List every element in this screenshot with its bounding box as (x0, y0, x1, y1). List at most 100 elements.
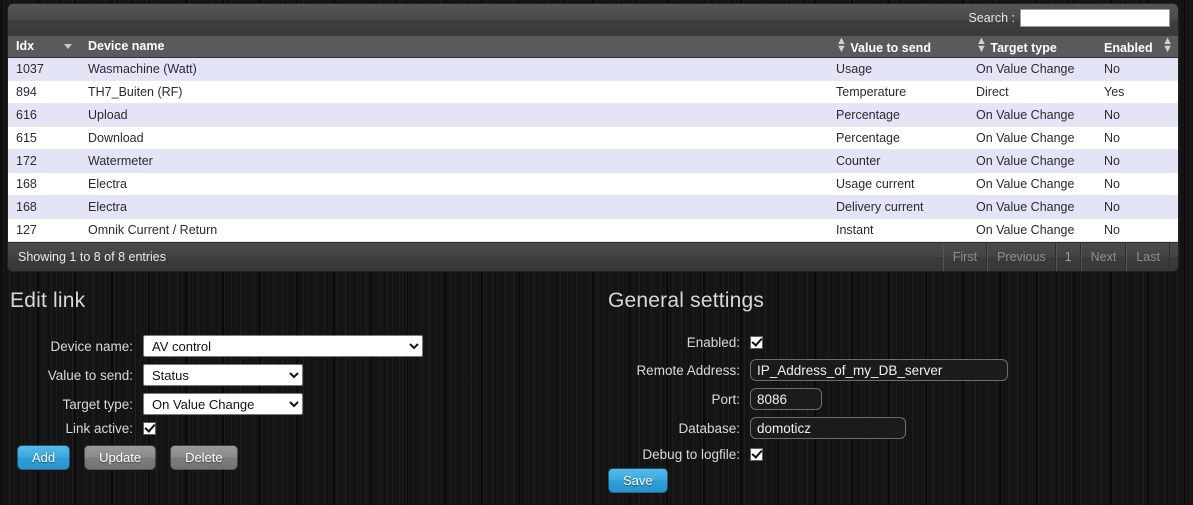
table-row[interactable]: 615 Download Percentage On Value Change No (8, 126, 1178, 150)
general-settings-title: General settings (608, 289, 765, 312)
sort-desc-icon (63, 44, 72, 50)
label-debug-to-logfile: Debug to logfile: (642, 447, 740, 462)
pagination-last[interactable]: Last (1126, 242, 1170, 271)
label-link-active: Link active: (65, 421, 133, 436)
device-name-select[interactable]: AV control (143, 335, 423, 357)
pagination-1[interactable]: 1 (1055, 242, 1081, 271)
table-row[interactable]: 894 TH7_Buiten (RF) Temperature Direct Yes (8, 80, 1178, 104)
cell-enabled: No (1096, 149, 1178, 173)
table-row[interactable]: 616 Upload Percentage On Value Change No (8, 103, 1178, 127)
field-row-database: Database: (600, 417, 1120, 439)
update-button[interactable]: Update (84, 445, 157, 470)
table-toolbar: Search : (8, 4, 1178, 36)
links-table-panel: Search : Idx Device name ▲ ▼ Value to sen… (8, 4, 1178, 271)
link-active-checkbox[interactable] (143, 422, 156, 435)
cell-target: On Value Change (968, 126, 1096, 150)
cell-target: Direct (968, 80, 1096, 104)
add-button[interactable]: Add (17, 445, 71, 470)
pagination-previous[interactable]: Previous (987, 242, 1056, 271)
cell-idx: 168 (8, 195, 80, 219)
field-row-link-active: Link active: (0, 421, 430, 436)
cell-idx: 168 (8, 172, 80, 196)
links-table: Idx Device name ▲ ▼ Value to send ▲ ▼ Targ… (8, 34, 1178, 242)
field-row-debug-to-logfile: Debug to logfile: (600, 447, 1120, 462)
sort-both-icon: ▲ ▼ (1162, 34, 1173, 55)
pagination-next[interactable]: Next (1080, 242, 1127, 271)
column-header-target-type[interactable]: ▲ ▼ Target type (968, 34, 1096, 58)
table-head: Idx Device name ▲ ▼ Value to send ▲ ▼ Targ… (8, 34, 1178, 58)
cell-value: Instant (828, 218, 968, 242)
cell-device: TH7_Buiten (RF) (80, 80, 828, 104)
cell-target: On Value Change (968, 149, 1096, 173)
cell-device: Download (80, 126, 828, 150)
target-type-select[interactable]: On Value Change (143, 393, 303, 415)
cell-idx: 172 (8, 149, 80, 173)
cell-idx: 1037 (8, 57, 80, 81)
remote-address-input[interactable] (750, 359, 1008, 381)
label-database: Database: (678, 420, 740, 436)
cell-target: On Value Change (968, 172, 1096, 196)
cell-target: On Value Change (968, 57, 1096, 81)
column-label-target-type: Target type (990, 40, 1057, 55)
label-device-name: Device name: (50, 338, 133, 354)
cell-enabled: No (1096, 103, 1178, 127)
label-enabled: Enabled: (686, 335, 740, 350)
table-row[interactable]: 172 Watermeter Counter On Value Change No (8, 149, 1178, 173)
cell-idx: 894 (8, 80, 80, 104)
table-row[interactable]: 168 Electra Usage current On Value Change No (8, 172, 1178, 196)
cell-enabled: No (1096, 218, 1178, 242)
cell-enabled: Yes (1096, 80, 1178, 104)
table-entries-info: Showing 1 to 8 of 8 entries (18, 249, 167, 264)
cell-idx: 615 (8, 126, 80, 150)
search-input[interactable] (1020, 9, 1170, 27)
cell-device: Electra (80, 195, 828, 219)
debug-to-logfile-checkbox[interactable] (750, 448, 763, 461)
table-row[interactable]: 127 Omnik Current / Return Instant On Value… (8, 218, 1178, 242)
cell-device: Omnik Current / Return (80, 218, 828, 242)
search-label: Search : (968, 11, 1015, 25)
value-to-send-select[interactable]: Status (143, 364, 303, 386)
cell-enabled: No (1096, 57, 1178, 81)
delete-button[interactable]: Delete (170, 445, 238, 470)
label-target-type: Target type: (62, 396, 133, 412)
cell-target: On Value Change (968, 218, 1096, 242)
column-header-value-to-send[interactable]: ▲ ▼ Value to send (828, 34, 968, 58)
enabled-checkbox[interactable] (750, 336, 763, 349)
cell-device: Watermeter (80, 149, 828, 173)
table-header-row: Idx Device name ▲ ▼ Value to send ▲ ▼ Targ… (8, 34, 1178, 58)
save-button[interactable]: Save (608, 468, 668, 493)
column-label-value-to-send: Value to send (850, 40, 931, 55)
cell-value: Usage current (828, 172, 968, 196)
column-header-device-name[interactable]: Device name (80, 36, 828, 58)
cell-device: Electra (80, 172, 828, 196)
database-input[interactable] (750, 417, 906, 439)
field-row-value-to-send: Value to send: Status (0, 364, 430, 386)
cell-value: Usage (828, 57, 968, 81)
label-remote-address: Remote Address: (636, 362, 740, 378)
column-header-enabled[interactable]: Enabled ▲ ▼ (1096, 34, 1178, 58)
label-value-to-send: Value to send: (47, 367, 133, 383)
edit-link-buttons: Add Update Delete (17, 445, 238, 470)
cell-idx: 127 (8, 218, 80, 242)
table-row[interactable]: 168 Electra Delivery current On Value Chang… (8, 195, 1178, 219)
cell-enabled: No (1096, 172, 1178, 196)
cell-value: Percentage (828, 103, 968, 127)
table-body: 1037 Wasmachine (Watt) Usage On Value Chang… (8, 57, 1178, 242)
cell-idx: 616 (8, 103, 80, 127)
cell-value: Delivery current (828, 195, 968, 219)
cell-enabled: No (1096, 126, 1178, 150)
column-header-idx[interactable]: Idx (8, 36, 80, 58)
cell-target: On Value Change (968, 195, 1096, 219)
edit-link-title: Edit link (10, 289, 86, 312)
table-footer: Showing 1 to 8 of 8 entries First Previou… (8, 241, 1178, 271)
general-settings-buttons: Save (608, 468, 668, 493)
pagination-first[interactable]: First (942, 242, 988, 271)
cell-value: Percentage (828, 126, 968, 150)
table-row[interactable]: 1037 Wasmachine (Watt) Usage On Value Chang… (8, 57, 1178, 81)
sort-both-icon: ▲ ▼ (976, 34, 987, 55)
search-area: Search : (968, 9, 1170, 27)
label-port: Port: (711, 391, 740, 407)
cell-value: Counter (828, 149, 968, 173)
sort-both-icon: ▲ ▼ (836, 34, 847, 55)
port-input[interactable] (750, 388, 822, 410)
